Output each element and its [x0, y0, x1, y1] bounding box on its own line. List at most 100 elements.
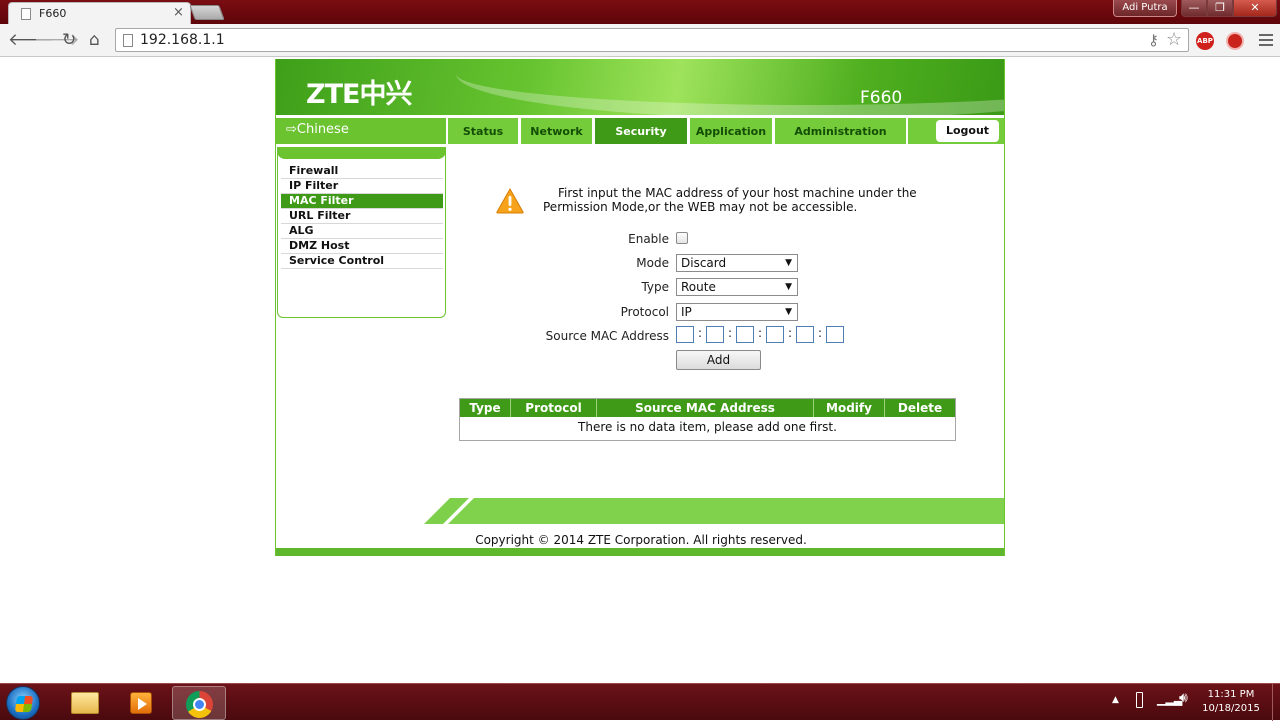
protocol-label: Protocol: [620, 305, 669, 319]
folder-icon: [71, 692, 99, 714]
footer-bar: [276, 548, 1004, 556]
system-clock[interactable]: 11:31 PM 10/18/2015: [1196, 688, 1266, 716]
logout-button[interactable]: Logout: [936, 120, 999, 142]
close-window-button[interactable]: ✕: [1233, 0, 1277, 17]
add-button[interactable]: Add: [676, 350, 761, 370]
extension-stop-icon[interactable]: [1226, 32, 1244, 50]
protocol-value: IP: [681, 305, 692, 319]
start-button[interactable]: [6, 686, 40, 720]
copyright-text: Copyright © 2014 ZTE Corporation. All ri…: [475, 533, 807, 547]
windows-logo-icon: [14, 696, 34, 712]
mac-octet-4-input[interactable]: [766, 326, 784, 343]
type-select[interactable]: Route ▼: [676, 278, 798, 296]
home-icon[interactable]: ⌂: [89, 30, 100, 50]
mac-separator: :: [758, 326, 763, 340]
clock-time: 11:31 PM: [1207, 689, 1255, 700]
address-bar[interactable]: 192.168.1.1 ⚷ ☆: [115, 28, 1189, 52]
warning-message: First input the MAC address of your host…: [543, 186, 917, 214]
mac-octet-2-input[interactable]: [706, 326, 724, 343]
new-tab-button[interactable]: [189, 5, 225, 20]
enable-label: Enable: [628, 232, 669, 246]
column-protocol: Protocol: [511, 399, 597, 417]
dropdown-arrow-icon: ▼: [785, 282, 792, 292]
tab-network[interactable]: Network: [521, 118, 592, 144]
footer-stripe-decoration: [424, 498, 1004, 524]
empty-table-message: There is no data item, please add one fi…: [578, 420, 837, 434]
tab-application[interactable]: Application: [690, 118, 772, 144]
mode-select[interactable]: Discard ▼: [676, 254, 798, 272]
taskbar-explorer[interactable]: [56, 686, 110, 720]
security-sidebar: Firewall IP Filter MAC Filter URL Filter…: [277, 147, 446, 318]
mac-separator: :: [698, 326, 703, 340]
show-hidden-icons-icon[interactable]: ▲: [1112, 695, 1119, 705]
chrome-icon: [186, 691, 213, 718]
browser-toolbar: 🡐 🡒 ↻ ⌂ 192.168.1.1 ⚷ ☆ ABP: [0, 24, 1280, 57]
language-link[interactable]: ⇨Chinese: [276, 118, 446, 144]
dropdown-arrow-icon: ▼: [785, 307, 792, 317]
browser-menu-icon[interactable]: [1259, 34, 1273, 46]
mac-octet-5-input[interactable]: [796, 326, 814, 343]
adblock-plus-icon[interactable]: ABP: [1196, 32, 1214, 50]
column-delete: Delete: [897, 401, 943, 415]
column-source-mac: Source MAC Address: [597, 399, 814, 417]
browser-tab[interactable]: F660 ×: [8, 2, 191, 24]
show-desktop-button[interactable]: [1272, 684, 1280, 721]
mode-value: Discard: [681, 256, 727, 270]
sidebar-header: [277, 147, 446, 159]
zte-logo: ZTE中兴: [306, 79, 412, 110]
key-icon[interactable]: ⚷: [1148, 31, 1159, 49]
protocol-select[interactable]: IP ▼: [676, 303, 798, 321]
source-mac-label: Source MAC Address: [545, 329, 669, 343]
volume-icon[interactable]: 🔊︎: [1179, 690, 1188, 706]
mac-separator: :: [788, 326, 793, 340]
sidebar-item-service-control[interactable]: Service Control: [281, 254, 443, 269]
mac-filter-content: First input the MAC address of your host…: [446, 144, 1004, 498]
table-header: Type Protocol Source MAC Address Modify …: [460, 399, 955, 417]
column-modify: Modify: [814, 399, 885, 417]
tab-administration[interactable]: Administration: [775, 118, 906, 144]
mac-filter-table: Type Protocol Source MAC Address Modify …: [459, 398, 956, 441]
tab-security[interactable]: Security: [595, 118, 687, 144]
main-navigation: ⇨Chinese Status Network Security Applica…: [276, 118, 1004, 144]
reload-icon[interactable]: ↻: [62, 30, 76, 50]
dropdown-arrow-icon: ▼: [785, 258, 792, 268]
router-page: ZTE中兴 F660 ⇨Chinese Status Network Secur…: [275, 59, 1005, 556]
battery-icon[interactable]: [1136, 692, 1143, 708]
clock-date: 10/18/2015: [1202, 703, 1260, 714]
taskbar-media-player[interactable]: [114, 686, 168, 720]
page-favicon-icon: [21, 8, 31, 20]
sidebar-item-dmz-host[interactable]: DMZ Host: [281, 239, 443, 254]
mac-separator: :: [818, 326, 823, 340]
bookmark-star-icon[interactable]: ☆: [1166, 29, 1182, 50]
tab-title: F660: [39, 7, 67, 20]
model-name: F660: [860, 88, 903, 108]
maximize-button[interactable]: ❐: [1207, 0, 1233, 17]
mac-octet-1-input[interactable]: [676, 326, 694, 343]
page-icon: [123, 34, 133, 47]
enable-checkbox[interactable]: [676, 232, 688, 244]
mac-separator: :: [728, 326, 733, 340]
sidebar-item-alg[interactable]: ALG: [281, 224, 443, 239]
taskbar-chrome[interactable]: [172, 686, 226, 720]
warning-icon: [496, 188, 524, 214]
mac-octet-6-input[interactable]: [826, 326, 844, 343]
sidebar-item-ip-filter[interactable]: IP Filter: [281, 179, 443, 194]
sidebar-item-firewall[interactable]: Firewall: [281, 164, 443, 179]
windows-taskbar: ▲ ▁▂▃ 🔊︎ 11:31 PM 10/18/2015: [0, 683, 1280, 721]
mac-octet-3-input[interactable]: [736, 326, 754, 343]
type-label: Type: [641, 280, 669, 294]
type-value: Route: [681, 280, 716, 294]
mode-label: Mode: [636, 256, 669, 270]
url-text[interactable]: 192.168.1.1: [140, 32, 225, 48]
minimize-button[interactable]: —: [1181, 0, 1207, 17]
media-player-icon: [130, 692, 152, 714]
tab-close-icon[interactable]: ×: [173, 5, 184, 20]
header-banner: ZTE中兴 F660: [276, 59, 1004, 115]
sidebar-item-url-filter[interactable]: URL Filter: [281, 209, 443, 224]
tab-status[interactable]: Status: [448, 118, 518, 144]
banner-wave-decoration: [456, 59, 1004, 115]
column-type: Type: [460, 399, 511, 417]
browser-titlebar: F660 × Adi Putra — ❐ ✕: [0, 0, 1280, 24]
profile-button[interactable]: Adi Putra: [1113, 0, 1177, 17]
sidebar-item-mac-filter[interactable]: MAC Filter: [281, 194, 443, 209]
